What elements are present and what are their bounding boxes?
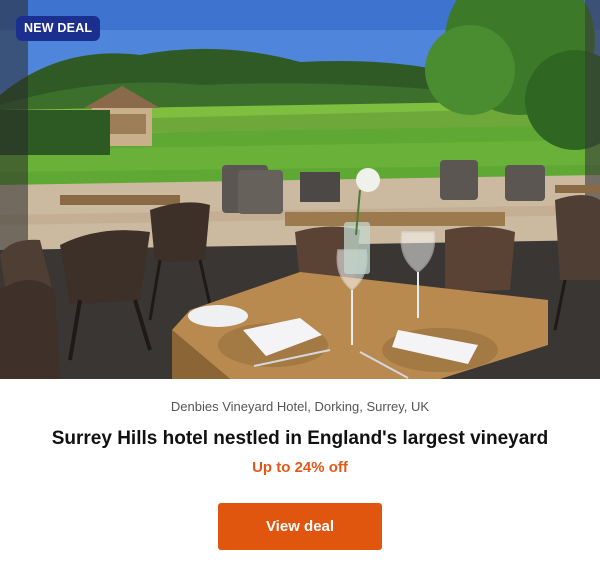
deal-card[interactable]: NEW DEAL Denbies Vineyard Hotel, Dorking… — [0, 0, 600, 575]
view-deal-button[interactable]: View deal — [218, 503, 382, 550]
deal-title[interactable]: Surrey Hills hotel nestled in England's … — [0, 428, 600, 450]
hotel-location: Denbies Vineyard Hotel, Dorking, Surrey,… — [170, 399, 430, 414]
new-deal-badge: NEW DEAL — [16, 16, 101, 41]
discount-text: Up to 24% off — [252, 459, 348, 476]
hotel-photo[interactable]: NEW DEAL — [0, 0, 600, 379]
